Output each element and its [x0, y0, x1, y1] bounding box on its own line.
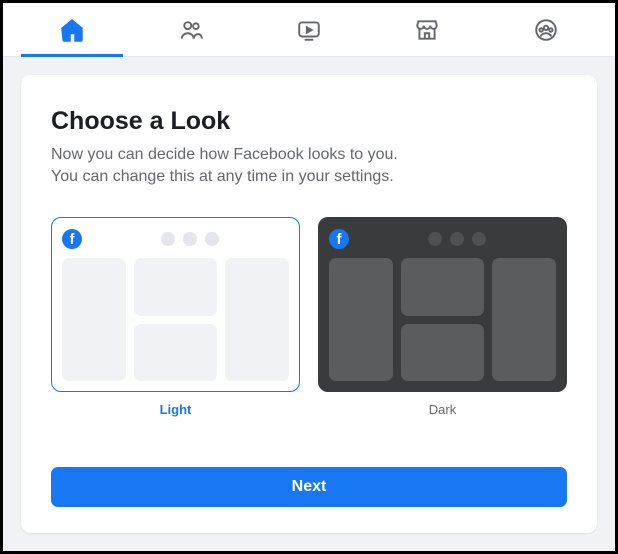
friends-icon — [178, 17, 204, 43]
next-button[interactable]: Next — [51, 467, 567, 507]
marketplace-icon — [414, 17, 440, 43]
content-area: Choose a Look Now you can decide how Fac… — [3, 57, 615, 551]
facebook-logo-icon: f — [62, 229, 82, 249]
theme-options: f Light f Dark — [51, 217, 567, 417]
nav-home[interactable] — [13, 3, 131, 56]
nav-groups[interactable] — [487, 3, 605, 56]
watch-icon — [296, 17, 322, 43]
groups-icon — [533, 17, 559, 43]
theme-label-dark: Dark — [429, 402, 456, 417]
home-icon — [59, 17, 85, 43]
dialog-title: Choose a Look — [51, 107, 567, 136]
nav-friends[interactable] — [131, 3, 249, 56]
nav-marketplace[interactable] — [368, 3, 486, 56]
dialog-description: Now you can decide how Facebook looks to… — [51, 144, 567, 187]
theme-preview-light: f — [51, 217, 300, 392]
theme-label-light: Light — [160, 402, 192, 417]
facebook-logo-icon: f — [329, 229, 349, 249]
appearance-dialog: Choose a Look Now you can decide how Fac… — [21, 75, 597, 533]
theme-option-dark[interactable]: f Dark — [318, 217, 567, 417]
theme-preview-dark: f — [318, 217, 567, 392]
theme-option-light[interactable]: f Light — [51, 217, 300, 417]
top-nav — [3, 3, 615, 57]
nav-watch[interactable] — [250, 3, 368, 56]
